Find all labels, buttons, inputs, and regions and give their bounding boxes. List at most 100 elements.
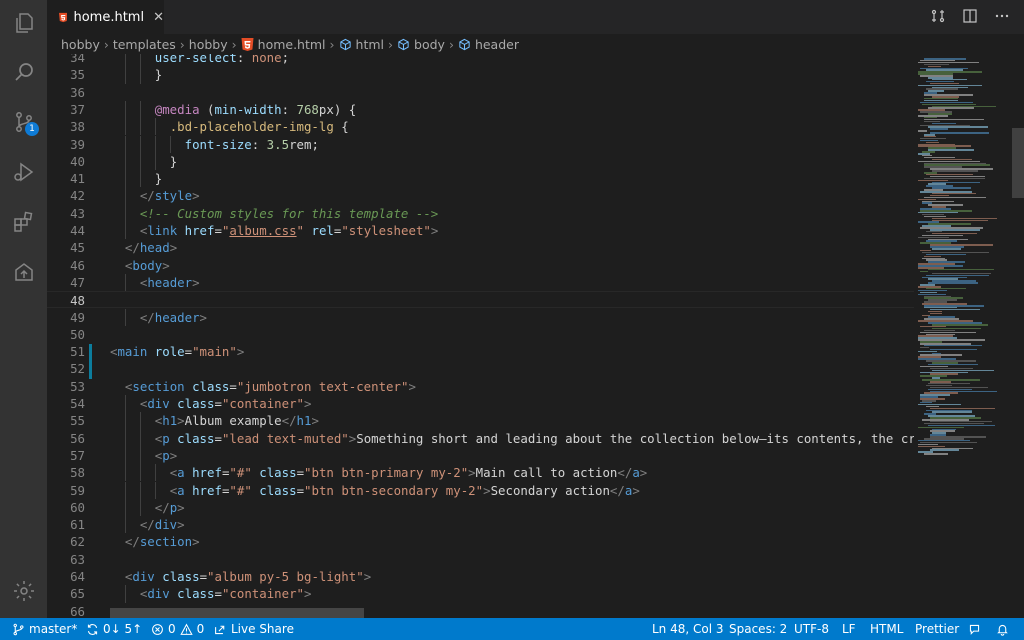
code-line[interactable]: 64 <div class="album py-5 bg-light"> [47, 568, 914, 585]
breadcrumb-item[interactable]: html [339, 37, 384, 52]
indent-guide [139, 135, 141, 153]
code-line[interactable]: 39 font-size: 3.5rem; [47, 136, 914, 153]
cursor-position[interactable]: Ln 48, Col 3 [652, 618, 724, 640]
explorer-icon[interactable] [0, 3, 47, 43]
line-number: 65 [70, 586, 85, 602]
code-line[interactable]: 40 } [47, 153, 914, 170]
minimap-line [930, 348, 978, 351]
eol-status[interactable]: LF [842, 618, 856, 640]
code-line[interactable]: 52 [47, 360, 914, 377]
code-text: <p class="lead text-muted">Something sho… [154, 430, 914, 446]
open-changes-icon[interactable] [930, 8, 946, 24]
indent-guide [124, 222, 126, 240]
branch-status[interactable]: master* [12, 618, 77, 640]
split-editor-icon[interactable] [962, 8, 978, 24]
code-line[interactable]: 44 <link href="album.css" rel="styleshee… [47, 222, 914, 239]
indent-guide [139, 100, 141, 119]
sync-status[interactable]: 0↓ 5↑ [86, 618, 142, 640]
indent-guide [124, 204, 126, 222]
code-line[interactable]: 56 <p class="lead text-muted">Something … [47, 430, 914, 447]
breadcrumb-item[interactable]: templates [113, 37, 176, 52]
code-line[interactable]: 50 [47, 326, 914, 343]
indent-guide [124, 481, 126, 499]
feedback-icon[interactable] [968, 618, 985, 640]
code-line[interactable]: 34 user-select: none; [47, 54, 914, 66]
vertical-scrollbar-thumb[interactable] [1012, 128, 1024, 198]
indent-guide [124, 395, 126, 413]
horizontal-scrollbar-thumb[interactable] [110, 608, 364, 618]
code-line[interactable]: 41 } [47, 170, 914, 187]
remote-explorer-icon[interactable] [0, 252, 47, 292]
code-line[interactable]: 45 </head> [47, 239, 914, 256]
breadcrumb-label: home.html [257, 36, 326, 52]
code-line[interactable]: 60 </p> [47, 499, 914, 516]
problems-status[interactable]: 0 0 [151, 618, 204, 640]
code-line[interactable]: 63 [47, 551, 914, 568]
notifications-bell-icon[interactable] [996, 618, 1013, 640]
close-tab-icon[interactable]: ✕ [153, 10, 164, 25]
live-share-status[interactable]: Live Share [214, 618, 294, 640]
code-line[interactable]: 59 <a href="#" class="btn btn-secondary … [47, 482, 914, 499]
code-line[interactable]: 47 <header> [47, 274, 914, 291]
code-text: </head> [124, 240, 178, 256]
live-share-icon [215, 625, 225, 634]
line-number: 36 [70, 84, 85, 100]
line-number: 59 [70, 482, 85, 498]
language-mode[interactable]: HTML [870, 618, 903, 640]
code-line[interactable]: 62 </section> [47, 533, 914, 550]
indentation-status[interactable]: Spaces: 2 [729, 618, 787, 640]
code-line[interactable]: 65 <div class="container"> [47, 585, 914, 602]
code-line[interactable]: 35 } [47, 66, 914, 83]
minimap-line [930, 449, 960, 451]
code-line[interactable]: 49 </header> [47, 309, 914, 326]
line-number: 45 [70, 240, 85, 256]
line-number: 44 [70, 223, 85, 238]
code-text: </div> [139, 517, 185, 533]
line-number: 35 [70, 67, 85, 83]
code-text: <header> [139, 274, 200, 290]
breadcrumb-item[interactable]: body [397, 37, 445, 52]
code-line[interactable]: 51 <main role="main"> [47, 343, 914, 360]
settings-gear-icon[interactable] [0, 571, 47, 611]
breadcrumb-item[interactable]: hobby [189, 37, 228, 52]
code-line[interactable]: 36 [47, 84, 914, 101]
code-line[interactable]: 57 <p> [47, 447, 914, 464]
prettier-status[interactable]: Prettier [915, 618, 959, 640]
cube-icon [459, 38, 470, 50]
breadcrumb-item[interactable]: hobby [61, 37, 100, 52]
indent-guide [124, 308, 126, 326]
line-number: 39 [70, 136, 85, 152]
extensions-icon[interactable] [0, 202, 47, 242]
code-line[interactable]: 37 @media (min-width: 768px) { [47, 101, 914, 118]
minimap[interactable] [914, 54, 1010, 618]
source-control-icon[interactable] [0, 102, 47, 142]
more-actions-icon[interactable] [994, 8, 1010, 24]
code-line[interactable]: 46 <body> [47, 257, 914, 274]
code-editor[interactable]: 34 user-select: none; 35 } 36 37 @media (mi… [47, 54, 914, 618]
code-text: </p> [154, 499, 185, 515]
minimap-line [932, 170, 979, 172]
code-line[interactable]: 55 <h1>Album example</h1> [47, 412, 914, 429]
code-line[interactable]: 53 <section class="jumbotron text-center… [47, 378, 914, 395]
breadcrumb-item[interactable]: header [458, 37, 519, 52]
code-line[interactable]: 54 <div class="container"> [47, 395, 914, 412]
live-share-label: Live Share [231, 622, 294, 636]
indent-guide [124, 412, 126, 430]
code-text: </section> [124, 534, 200, 550]
code-line[interactable]: 48 [47, 291, 914, 309]
code-line[interactable]: 58 <a href="#" class="btn btn-primary my… [47, 464, 914, 481]
minimap-line [928, 149, 975, 151]
indent-guide [139, 481, 141, 499]
warning-count: 0 [196, 622, 205, 636]
breadcrumb-item[interactable]: home.html [241, 37, 326, 52]
encoding-status[interactable]: UTF-8 [794, 618, 829, 640]
run-debug-icon[interactable] [0, 152, 47, 192]
line-number: 41 [70, 171, 85, 187]
code-line[interactable]: 43 <!-- Custom styles for this template … [47, 205, 914, 222]
search-icon[interactable] [0, 52, 47, 92]
code-line[interactable]: 42 </style> [47, 187, 914, 204]
code-line[interactable]: 38 .bd-placeholder-img-lg { [47, 118, 914, 135]
indent-guide [139, 66, 141, 84]
code-line[interactable]: 61 </div> [47, 516, 914, 533]
tab-home-html[interactable]: home.html ✕ [47, 0, 164, 34]
